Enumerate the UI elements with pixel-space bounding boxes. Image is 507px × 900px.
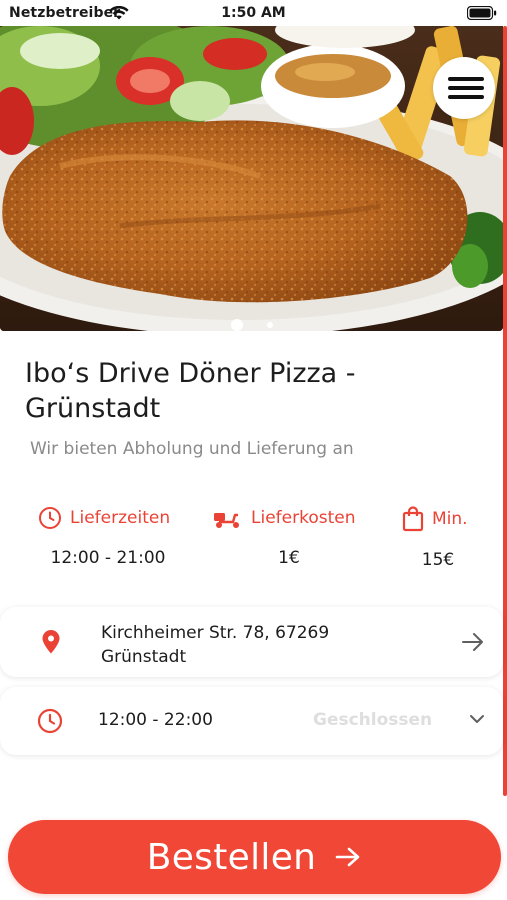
address-line-1: Kirchheimer Str. 78, 67269 <box>101 623 330 643</box>
hamburger-icon-bar <box>448 77 484 81</box>
delivery-cost-label: Lieferkosten <box>251 508 356 528</box>
hero-image[interactable] <box>0 26 503 331</box>
minimum-order: Min. 15€ <box>402 506 474 570</box>
hamburger-icon-bar <box>448 86 484 90</box>
battery-icon <box>467 6 497 20</box>
clock-icon <box>39 507 61 529</box>
opening-state: Geschlossen <box>313 710 433 730</box>
minimum-order-label: Min. <box>432 509 468 529</box>
carousel-dots <box>0 319 503 331</box>
delivery-times-value: 12:00 - 21:00 <box>50 548 166 568</box>
scooter-icon <box>214 513 239 528</box>
clock-icon <box>37 708 63 734</box>
arrow-right-icon[interactable] <box>461 631 485 653</box>
carousel-dot-active[interactable] <box>230 319 243 331</box>
food-photo <box>0 26 503 331</box>
delivery-times: Lieferzeiten 12:00 - 21:00 <box>38 506 178 568</box>
order-button[interactable]: Bestellen <box>8 820 501 894</box>
status-bar: Netzbetreiber 1:50 AM <box>0 0 507 26</box>
address-text: Kirchheimer Str. 78, 67269 Grünstadt <box>101 621 329 669</box>
shopping-bag-icon <box>402 506 424 532</box>
delivery-cost: Lieferkosten 1€ <box>213 506 365 568</box>
opening-hours-card[interactable]: 12:00 - 22:00 Geschlossen <box>0 687 503 755</box>
status-time: 1:50 AM <box>221 5 286 21</box>
delivery-times-label: Lieferzeiten <box>70 508 171 528</box>
delivery-cost-value: 1€ <box>278 548 300 568</box>
carousel-dot[interactable] <box>266 322 273 328</box>
restaurant-tagline: Wir bieten Abholung und Lieferung an <box>30 439 354 459</box>
location-pin-icon <box>42 630 60 654</box>
restaurant-name: Ibo‘s Drive Döner Pizza - Grünstadt <box>25 358 356 424</box>
order-button-label: Bestellen <box>146 836 317 878</box>
menu-button[interactable] <box>433 57 495 119</box>
address-card[interactable]: Kirchheimer Str. 78, 67269 Grünstadt <box>0 607 503 677</box>
minimum-order-value: 15€ <box>421 550 455 570</box>
chevron-down-icon[interactable] <box>469 713 485 725</box>
scroll-indicator <box>503 26 507 796</box>
hamburger-icon-bar <box>448 95 484 99</box>
address-line-2: Grünstadt <box>101 647 187 667</box>
arrow-right-icon <box>335 847 360 867</box>
delivery-info: Lieferzeiten 12:00 - 21:00 Lieferkosten … <box>0 506 503 576</box>
opening-hours-value: 12:00 - 22:00 <box>98 710 213 730</box>
